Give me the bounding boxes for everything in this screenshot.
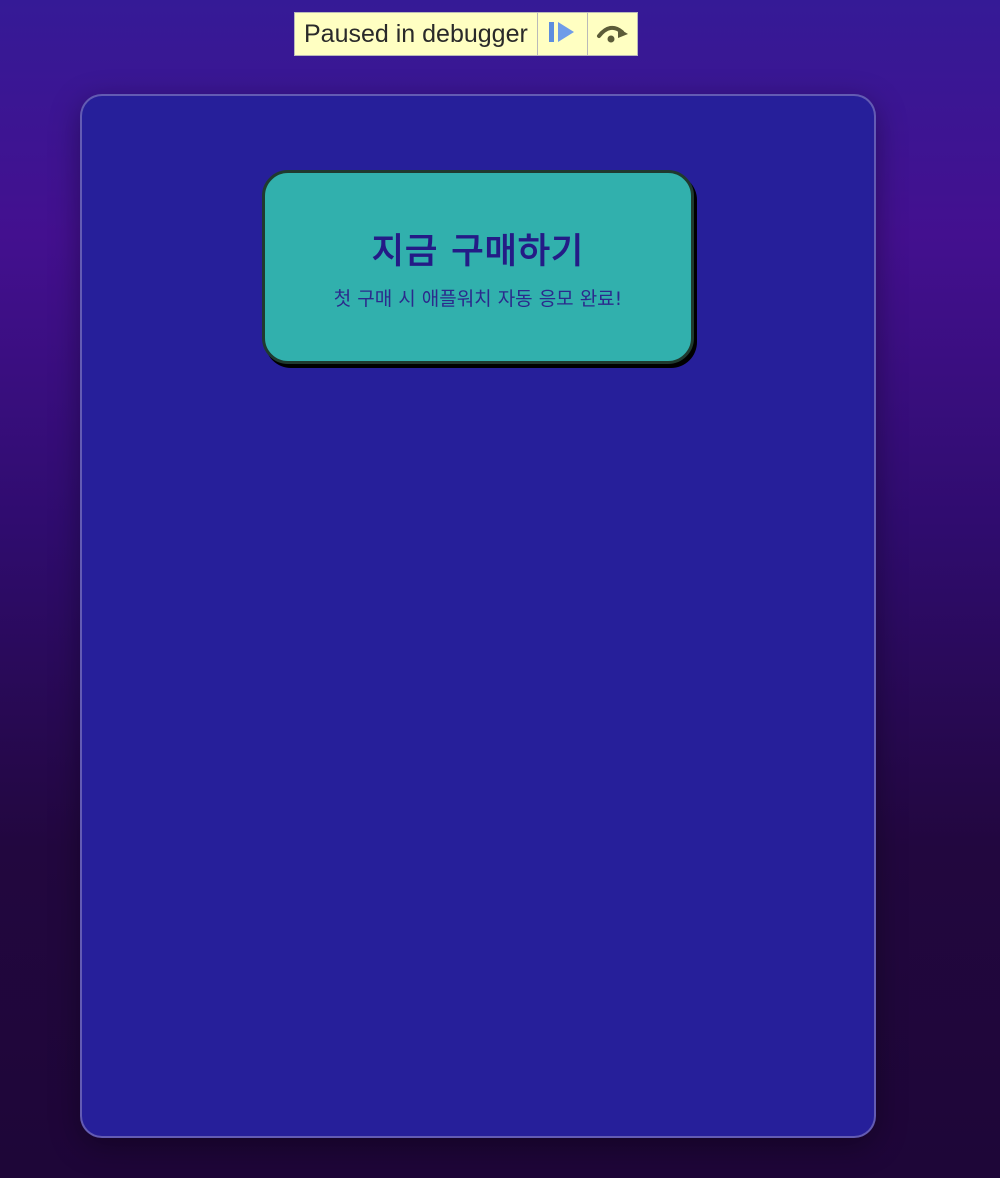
- resume-icon: [548, 20, 576, 48]
- buy-now-title: 지금 구매하기: [371, 232, 585, 272]
- main-panel: 지금 구매하기 첫 구매 시 애플워치 자동 응모 완료!: [80, 94, 876, 1138]
- resume-button[interactable]: [536, 13, 587, 55]
- buy-now-subtitle: 첫 구매 시 애플워치 자동 응모 완료!: [333, 288, 623, 310]
- debugger-status-label: Paused in debugger: [304, 19, 528, 48]
- step-over-button[interactable]: [586, 13, 637, 55]
- buy-now-button[interactable]: 지금 구매하기 첫 구매 시 애플워치 자동 응모 완료!: [262, 170, 694, 364]
- step-over-icon: [594, 20, 630, 48]
- debugger-paused-overlay: Paused in debugger: [294, 12, 638, 56]
